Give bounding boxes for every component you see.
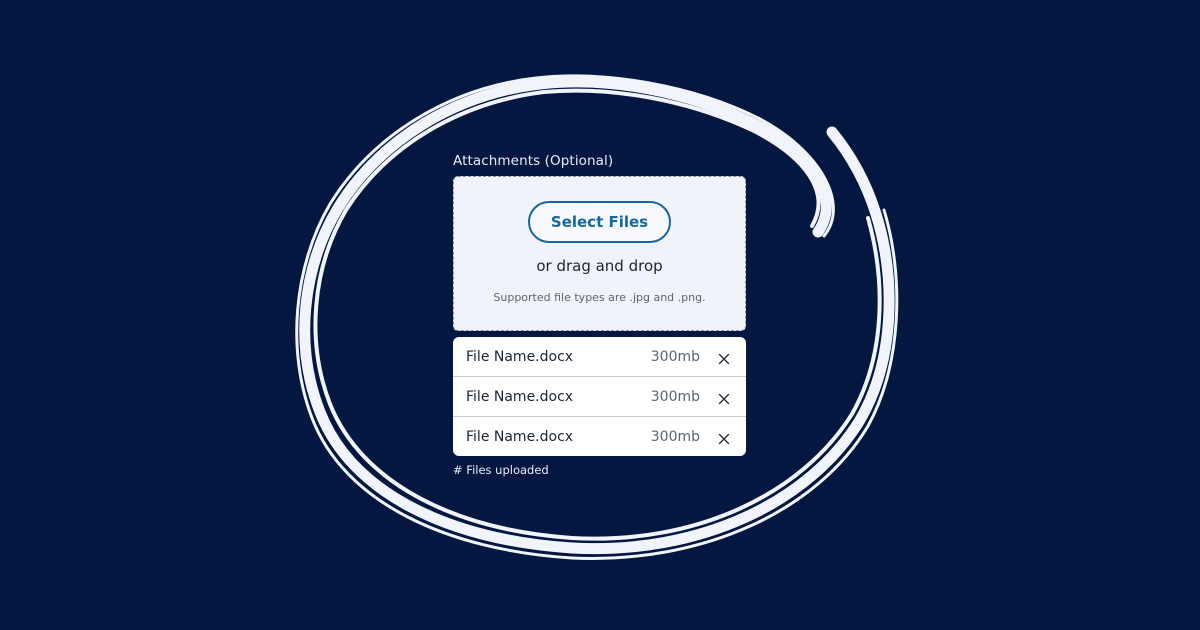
file-name: File Name.docx [466, 388, 574, 405]
close-icon[interactable] [718, 390, 730, 405]
file-size: 300mb [650, 428, 700, 445]
close-icon[interactable] [718, 350, 730, 365]
file-upload-widget: Attachments (Optional) Select Files or d… [453, 150, 746, 477]
file-size: 300mb [650, 348, 700, 365]
file-row: File Name.docx 300mb [453, 337, 746, 377]
file-row: File Name.docx 300mb [453, 417, 746, 456]
uploaded-file-list: File Name.docx 300mb File Name.docx 300m… [453, 337, 746, 456]
supported-file-types-text: Supported file types are .jpg and .png. [493, 291, 706, 304]
attachments-label: Attachments (Optional) [453, 153, 614, 169]
file-name: File Name.docx [466, 348, 574, 365]
select-files-button[interactable]: Select Files [528, 201, 671, 243]
file-row: File Name.docx 300mb [453, 377, 746, 417]
drag-and-drop-text: or drag and drop [536, 257, 663, 275]
close-icon[interactable] [718, 430, 730, 445]
files-uploaded-count: # Files uploaded [453, 463, 549, 477]
file-name: File Name.docx [466, 428, 574, 445]
drop-zone[interactable]: Select Files or drag and drop Supported … [453, 176, 746, 331]
file-size: 300mb [650, 388, 700, 405]
